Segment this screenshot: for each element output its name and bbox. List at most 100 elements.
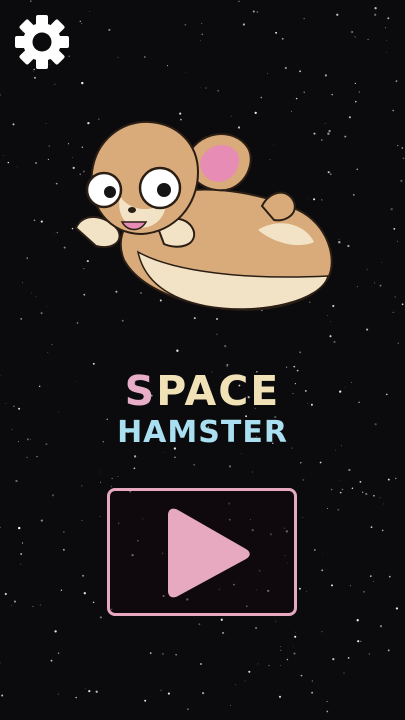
star	[32, 605, 34, 608]
star	[88, 690, 91, 693]
star	[278, 695, 282, 698]
star	[228, 465, 232, 468]
star	[51, 343, 53, 346]
star	[388, 575, 391, 578]
star	[367, 38, 369, 41]
star	[184, 23, 187, 26]
star	[205, 87, 207, 89]
star	[176, 349, 179, 352]
star	[373, 494, 375, 497]
star	[21, 542, 24, 544]
star	[281, 37, 284, 40]
star	[53, 233, 55, 234]
star	[356, 286, 358, 288]
star	[202, 692, 205, 695]
star	[321, 631, 323, 633]
star	[215, 333, 218, 336]
star	[0, 94, 2, 96]
star	[200, 663, 202, 665]
star	[144, 699, 147, 702]
star	[1, 694, 4, 697]
star	[354, 36, 356, 38]
star	[397, 240, 399, 242]
star	[201, 33, 203, 36]
star	[55, 182, 58, 185]
star	[47, 352, 49, 353]
star	[251, 471, 253, 473]
star	[47, 158, 50, 161]
star	[50, 659, 53, 662]
star	[333, 340, 336, 343]
star	[336, 13, 339, 16]
star	[234, 684, 237, 686]
star	[401, 147, 404, 149]
star	[280, 664, 281, 666]
star	[16, 166, 18, 168]
star	[230, 705, 231, 706]
star	[99, 515, 101, 517]
star	[193, 464, 195, 466]
star	[401, 303, 404, 306]
play-button[interactable]	[107, 488, 297, 616]
settings-button[interactable]	[12, 12, 72, 72]
star	[397, 145, 399, 147]
star	[99, 471, 100, 473]
star	[54, 630, 57, 633]
star	[161, 652, 164, 655]
star	[295, 97, 298, 100]
star	[35, 296, 37, 298]
star	[54, 83, 56, 85]
star	[280, 649, 282, 651]
star	[224, 344, 227, 348]
star	[242, 23, 245, 26]
star	[57, 693, 59, 695]
star	[275, 31, 278, 34]
star	[175, 654, 177, 656]
star	[46, 306, 48, 307]
star	[3, 154, 4, 156]
star	[292, 646, 294, 648]
play-icon	[168, 508, 250, 598]
star	[374, 282, 376, 284]
star	[369, 575, 372, 577]
star	[160, 689, 162, 691]
star	[4, 592, 7, 596]
star	[284, 66, 287, 70]
star	[324, 74, 328, 77]
star	[260, 96, 263, 99]
star	[48, 145, 50, 147]
star	[354, 82, 356, 85]
star	[326, 701, 328, 702]
star	[322, 553, 324, 555]
star	[33, 219, 36, 222]
star	[392, 109, 394, 112]
star	[110, 485, 113, 488]
star	[339, 491, 342, 494]
star	[331, 93, 333, 96]
star	[340, 480, 341, 481]
star	[330, 488, 333, 491]
star	[95, 690, 98, 693]
star	[394, 296, 396, 298]
star	[167, 692, 170, 695]
star	[200, 40, 202, 41]
star	[163, 451, 165, 453]
star	[326, 710, 329, 713]
star	[220, 618, 223, 621]
star	[300, 674, 303, 677]
star	[332, 657, 335, 661]
star	[40, 312, 43, 315]
star	[275, 620, 277, 622]
star	[252, 10, 255, 13]
star	[379, 497, 381, 499]
star	[81, 485, 83, 487]
star	[384, 27, 386, 29]
star	[12, 123, 15, 126]
star	[392, 311, 394, 314]
star	[92, 601, 95, 603]
star	[166, 65, 169, 67]
star	[99, 616, 102, 619]
star	[327, 507, 329, 509]
star	[13, 600, 17, 603]
game-title: SPACE HAMSTER	[0, 368, 405, 450]
